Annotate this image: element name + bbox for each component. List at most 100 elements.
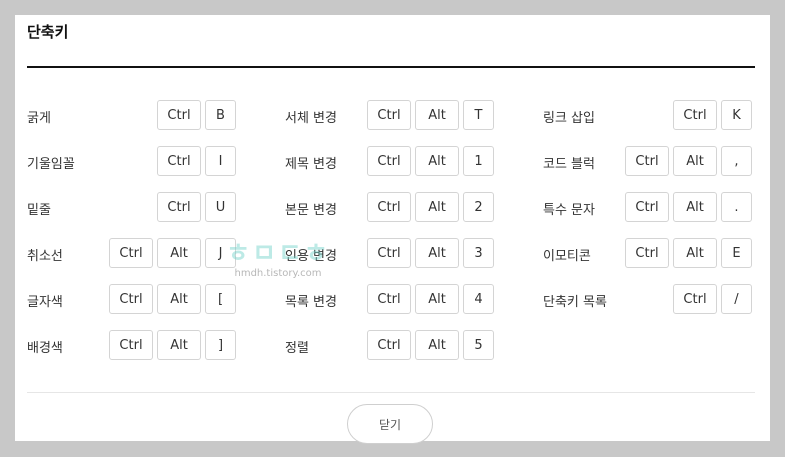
key-cap: Alt (157, 238, 201, 268)
key-cap: ] (205, 330, 236, 360)
key-cap: 1 (463, 146, 494, 176)
key-combo: Ctrl I (157, 146, 236, 176)
key-combo: Ctrl Alt 4 (367, 284, 494, 314)
key-combo: Ctrl K (673, 100, 752, 130)
key-cap: Alt (415, 100, 459, 130)
key-cap: Ctrl (367, 146, 411, 176)
shortcut-label: 서체 변경 (285, 110, 337, 126)
key-cap: E (721, 238, 752, 268)
key-combo: Ctrl Alt 2 (367, 192, 494, 222)
key-cap: I (205, 146, 236, 176)
shortcut-row: 링크 삽입 Ctrl K (543, 100, 752, 132)
shortcuts-dialog: 단축키 굵게 Ctrl B 기울임꼴 Ctrl I 밑줄 Ctrl U 취소선 Ctrl Alt J 글자… (15, 15, 770, 444)
key-cap: 3 (463, 238, 494, 268)
key-cap: Alt (415, 284, 459, 314)
key-cap: Alt (673, 238, 717, 268)
shortcut-row: 밑줄 Ctrl U (27, 192, 236, 224)
shortcut-label: 이모티콘 (543, 248, 591, 264)
key-combo: Ctrl Alt, (625, 146, 752, 176)
key-cap: Ctrl (367, 100, 411, 130)
key-cap: B (205, 100, 236, 130)
shortcut-row: 인용 변경 Ctrl Alt 3 (285, 238, 494, 270)
key-cap: J (205, 238, 236, 268)
key-combo: Ctrl Alt 3 (367, 238, 494, 268)
shortcut-row: 목록 변경 Ctrl Alt 4 (285, 284, 494, 316)
key-cap: Ctrl (109, 330, 153, 360)
dialog-title: 단축키 (27, 23, 69, 41)
key-combo: Ctrl Alt 5 (367, 330, 494, 360)
key-cap: Ctrl (367, 238, 411, 268)
key-cap: Ctrl (625, 238, 669, 268)
key-cap: T (463, 100, 494, 130)
key-cap: 4 (463, 284, 494, 314)
shortcut-label: 취소선 (27, 248, 63, 264)
shortcut-row: 배경색 Ctrl Alt] (27, 330, 236, 362)
shortcut-row: 이모티콘 Ctrl Alt E (543, 238, 752, 270)
key-cap: Ctrl (673, 284, 717, 314)
shortcut-label: 인용 변경 (285, 248, 337, 264)
shortcut-label: 글자색 (27, 294, 63, 310)
shortcut-label: 굵게 (27, 110, 51, 126)
shortcut-label: 코드 블럭 (543, 156, 595, 172)
shortcut-label: 단축키 목록 (543, 294, 607, 310)
key-cap: U (205, 192, 236, 222)
key-cap: Ctrl (367, 284, 411, 314)
key-combo: Ctrl B (157, 100, 236, 130)
shortcut-row: 글자색 Ctrl Alt[ (27, 284, 236, 316)
key-cap: , (721, 146, 752, 176)
shortcut-label: 정렬 (285, 340, 309, 356)
shortcut-row: 정렬 Ctrl Alt 5 (285, 330, 494, 362)
key-cap: Alt (673, 192, 717, 222)
key-cap: Ctrl (625, 146, 669, 176)
shortcut-row: 서체 변경 Ctrl Alt T (285, 100, 494, 132)
key-cap: Alt (157, 284, 201, 314)
shortcut-label: 특수 문자 (543, 202, 595, 218)
key-cap: Ctrl (157, 192, 201, 222)
shortcut-row: 굵게 Ctrl B (27, 100, 236, 132)
key-combo: Ctrl Alt 1 (367, 146, 494, 176)
key-cap: Ctrl (673, 100, 717, 130)
close-button[interactable]: 닫기 (347, 404, 433, 444)
key-combo: Ctrl Alt J (109, 238, 236, 268)
key-combo: Ctrl Alt E (625, 238, 752, 268)
shortcut-label: 제목 변경 (285, 156, 337, 172)
key-cap: Ctrl (157, 146, 201, 176)
shortcut-row: 기울임꼴 Ctrl I (27, 146, 236, 178)
shortcut-label: 배경색 (27, 340, 63, 356)
shortcut-label: 기울임꼴 (27, 156, 75, 172)
key-combo: Ctrl Alt[ (109, 284, 236, 314)
key-combo: Ctrl Alt. (625, 192, 752, 222)
key-cap: Ctrl (367, 192, 411, 222)
shortcut-label: 밑줄 (27, 202, 51, 218)
key-cap: Ctrl (157, 100, 201, 130)
shortcut-row: 특수 문자 Ctrl Alt. (543, 192, 752, 224)
key-cap: Alt (157, 330, 201, 360)
shortcut-row: 취소선 Ctrl Alt J (27, 238, 236, 270)
key-cap: 5 (463, 330, 494, 360)
shortcut-row: 본문 변경 Ctrl Alt 2 (285, 192, 494, 224)
shortcut-row: 코드 블럭 Ctrl Alt, (543, 146, 752, 178)
shortcut-row: 제목 변경 Ctrl Alt 1 (285, 146, 494, 178)
shortcut-label: 본문 변경 (285, 202, 337, 218)
key-combo: Ctrl Alt] (109, 330, 236, 360)
key-cap: Ctrl (625, 192, 669, 222)
key-combo: Ctrl Alt T (367, 100, 494, 130)
key-cap: Alt (415, 146, 459, 176)
key-cap: / (721, 284, 752, 314)
key-cap: . (721, 192, 752, 222)
key-cap: Alt (673, 146, 717, 176)
key-combo: Ctrl U (157, 192, 236, 222)
shortcut-label: 목록 변경 (285, 294, 337, 310)
key-cap: Alt (415, 238, 459, 268)
key-cap: Alt (415, 192, 459, 222)
shortcut-label: 링크 삽입 (543, 110, 595, 126)
key-combo: Ctrl / (673, 284, 752, 314)
footer-divider (27, 392, 755, 393)
key-cap: K (721, 100, 752, 130)
key-cap: Ctrl (109, 284, 153, 314)
title-divider (27, 66, 755, 68)
key-cap: 2 (463, 192, 494, 222)
key-cap: [ (205, 284, 236, 314)
key-cap: Ctrl (367, 330, 411, 360)
shortcut-row: 단축키 목록 Ctrl / (543, 284, 752, 316)
